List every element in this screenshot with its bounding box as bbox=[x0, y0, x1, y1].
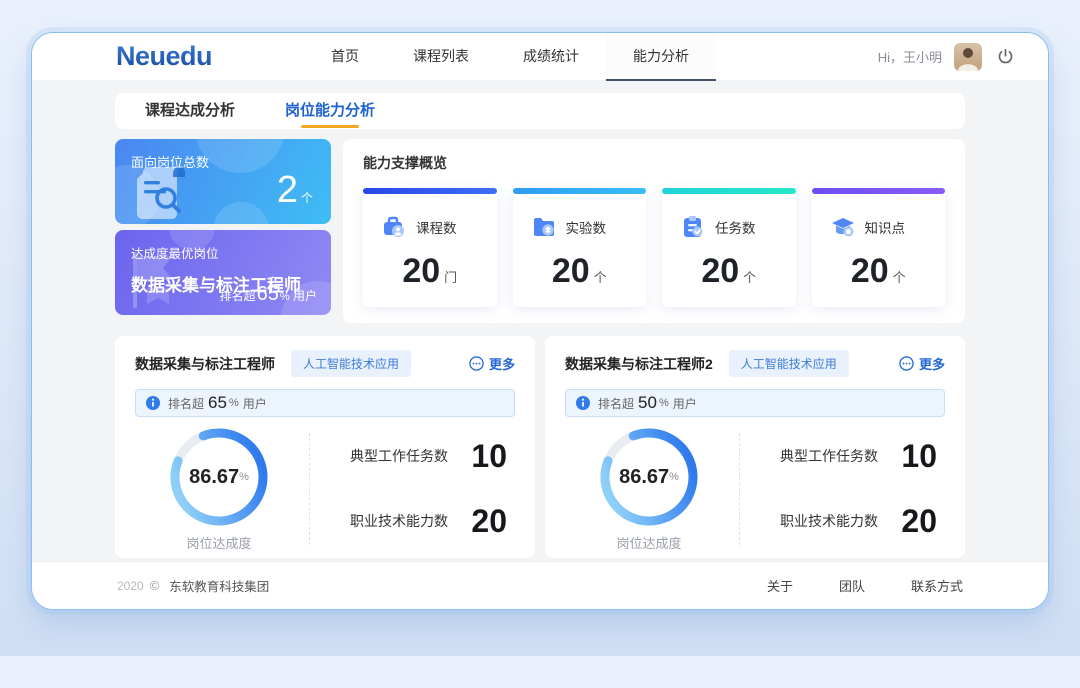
achievement-donut: 86.67 % 岗位达成度 bbox=[565, 425, 733, 552]
copyright-icon: © bbox=[150, 578, 160, 593]
knowledge-count: 20个 bbox=[812, 252, 946, 291]
user-avatar[interactable] bbox=[954, 43, 982, 71]
position-title: 数据采集与标注工程师 bbox=[135, 354, 275, 374]
navbar-right: Hi，王小明 bbox=[878, 43, 1016, 71]
footer-year: 2020 bbox=[117, 579, 144, 593]
stat-typical-tasks: 典型工作任务数 10 bbox=[350, 438, 507, 475]
stat-typical-tasks: 典型工作任务数 10 bbox=[780, 438, 937, 475]
courses-count: 20门 bbox=[363, 252, 497, 291]
footer: 2020 © 东软教育科技集团 关于 团队 联系方式 bbox=[32, 561, 1048, 609]
achievement-donut: 86.67 % 岗位达成度 bbox=[135, 425, 303, 552]
dashed-divider bbox=[739, 433, 740, 545]
nav-item-home[interactable]: 首页 bbox=[304, 33, 386, 81]
stat-tech-abilities: 职业技术能力数 20 bbox=[350, 503, 507, 540]
info-icon bbox=[576, 396, 590, 410]
footer-link-team[interactable]: 团队 bbox=[839, 576, 865, 595]
capability-overview-title: 能力支撑概览 bbox=[363, 153, 945, 173]
best-position-title: 达成度最优岗位 bbox=[131, 243, 315, 262]
card-accent-bar bbox=[513, 188, 647, 194]
best-position-card[interactable]: 达成度最优岗位 数据采集与标注工程师 排名超65% 用户 bbox=[115, 230, 331, 315]
top-navbar: Neuedu 首页 课程列表 成绩统计 能力分析 Hi，王小明 bbox=[32, 33, 1048, 81]
stat-tech-abilities: 职业技术能力数 20 bbox=[780, 503, 937, 540]
footer-company: 东软教育科技集团 bbox=[169, 576, 269, 595]
ellipsis-circle-icon bbox=[469, 356, 484, 371]
task-icon bbox=[680, 214, 706, 240]
stat-card-labs[interactable]: 实验数 20个 bbox=[513, 188, 647, 307]
brand-logo: Neuedu bbox=[116, 41, 212, 72]
stat-card-courses[interactable]: 课程数 20门 bbox=[363, 188, 497, 307]
nav-item-ability[interactable]: 能力分析 bbox=[606, 33, 716, 81]
power-icon[interactable] bbox=[994, 46, 1016, 68]
major-badge[interactable]: 人工智能技术应用 bbox=[291, 350, 411, 377]
donut-caption: 岗位达成度 bbox=[135, 533, 303, 552]
app-window: Neuedu 首页 课程列表 成绩统计 能力分析 Hi，王小明 bbox=[31, 32, 1049, 610]
more-button[interactable]: 更多 bbox=[899, 354, 945, 373]
user-greeting: Hi，王小明 bbox=[878, 47, 942, 66]
footer-link-about[interactable]: 关于 bbox=[767, 576, 793, 595]
donut-caption: 岗位达成度 bbox=[565, 533, 733, 552]
course-icon bbox=[381, 214, 407, 240]
knowledge-icon bbox=[830, 214, 856, 240]
lab-icon bbox=[531, 214, 557, 240]
info-icon bbox=[146, 396, 160, 410]
main-nav: 首页 课程列表 成绩统计 能力分析 bbox=[304, 33, 716, 81]
analysis-tabs: 课程达成分析 岗位能力分析 bbox=[115, 93, 965, 129]
tab-active-underline bbox=[301, 125, 359, 128]
nav-item-grades[interactable]: 成绩统计 bbox=[496, 33, 606, 81]
rank-info-bar: 排名超 65 % 用户 bbox=[135, 389, 515, 417]
dashed-divider bbox=[309, 433, 310, 545]
tab-course-analysis[interactable]: 课程达成分析 bbox=[145, 93, 235, 129]
stat-card-knowledge[interactable]: 知识点 20个 bbox=[812, 188, 946, 307]
tasks-count: 20个 bbox=[662, 252, 796, 291]
total-positions-card[interactable]: 面向岗位总数 2个 bbox=[115, 139, 331, 224]
card-accent-bar bbox=[662, 188, 796, 194]
tab-position-analysis[interactable]: 岗位能力分析 bbox=[285, 93, 375, 129]
more-button[interactable]: 更多 bbox=[469, 354, 515, 373]
position-panel-1: 数据采集与标注工程师 人工智能技术应用 更多 排名超 65 % 用户 bbox=[115, 336, 535, 558]
footer-link-contact[interactable]: 联系方式 bbox=[911, 576, 963, 595]
major-badge[interactable]: 人工智能技术应用 bbox=[729, 350, 849, 377]
card-accent-bar bbox=[812, 188, 946, 194]
position-title: 数据采集与标注工程师2 bbox=[565, 354, 713, 374]
labs-count: 20个 bbox=[513, 252, 647, 291]
ellipsis-circle-icon bbox=[899, 356, 914, 371]
stat-card-tasks[interactable]: 任务数 20个 bbox=[662, 188, 796, 307]
summary-column: 面向岗位总数 2个 bbox=[115, 139, 331, 323]
nav-item-courses[interactable]: 课程列表 bbox=[386, 33, 496, 81]
total-positions-value: 2个 bbox=[277, 169, 313, 212]
document-search-icon bbox=[133, 165, 197, 221]
position-panel-2: 数据采集与标注工程师2 人工智能技术应用 更多 排名超 50 % 用户 bbox=[545, 336, 965, 558]
capability-overview-panel: 能力支撑概览 课程数 bbox=[343, 139, 965, 323]
main-content: 课程达成分析 岗位能力分析 面向岗位总数 bbox=[32, 81, 1048, 558]
card-accent-bar bbox=[363, 188, 497, 194]
best-position-rank: 排名超65% 用户 bbox=[220, 283, 317, 306]
rank-info-bar: 排名超 50 % 用户 bbox=[565, 389, 945, 417]
